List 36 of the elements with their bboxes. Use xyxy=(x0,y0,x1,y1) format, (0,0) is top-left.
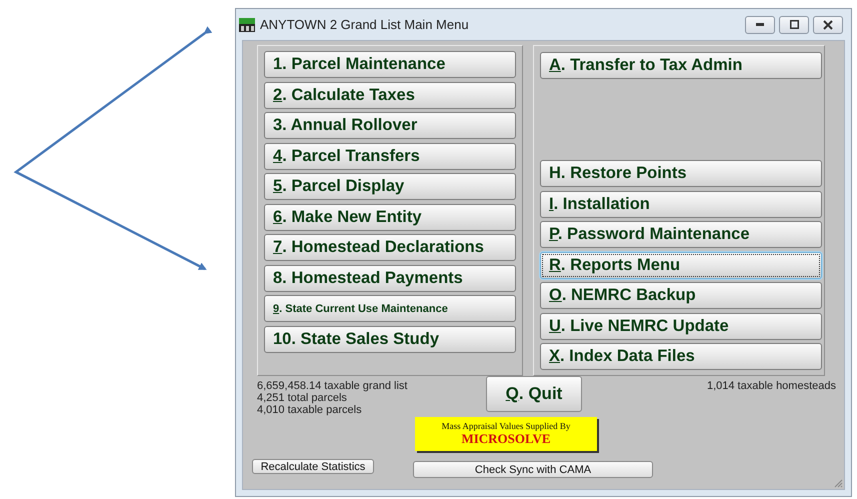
statistic-line: 6,659,458.14 taxable grand list xyxy=(257,380,408,392)
menu-button[interactable]: 9. State Current Use Maintenance xyxy=(264,295,516,322)
recalculate-statistics-button[interactable]: Recalculate Statistics xyxy=(252,459,374,474)
close-button[interactable] xyxy=(813,16,843,34)
menu-button[interactable]: P. Password Maintenance xyxy=(540,221,822,248)
menu-button[interactable]: I. Installation xyxy=(540,190,822,218)
menu-button[interactable]: 7. Homestead Declarations xyxy=(264,234,516,261)
banner-company: MICROSOLVE xyxy=(461,431,551,447)
quit-button[interactable]: Q. Quit xyxy=(486,376,582,412)
menu-button[interactable]: 3. Annual Rollover xyxy=(264,112,516,139)
menu-button[interactable]: O. NEMRC Backup xyxy=(540,282,822,309)
menu-button[interactable]: 4. Parcel Transfers xyxy=(264,142,516,170)
menu-button[interactable]: U. Live NEMRC Update xyxy=(540,312,822,340)
minimize-icon xyxy=(756,23,764,26)
window-title: ANYTOWN 2 Grand List Main Menu xyxy=(260,17,470,32)
homesteads-count: 1,014 taxable homesteads xyxy=(706,380,836,392)
menu-button[interactable]: X. Index Data Files xyxy=(540,343,822,370)
menu-button[interactable]: 2. Calculate Taxes xyxy=(264,82,516,108)
menu-button[interactable]: H. Restore Points xyxy=(540,160,822,187)
close-icon xyxy=(823,20,833,30)
menu-button[interactable]: R. Reports Menu xyxy=(540,252,822,278)
restore-button[interactable] xyxy=(779,16,809,34)
resize-grip-icon xyxy=(833,478,843,488)
menu-button[interactable]: 1. Parcel Maintenance xyxy=(264,51,516,78)
menu-button[interactable]: 5. Parcel Display xyxy=(264,173,516,200)
app-logo-icon xyxy=(239,18,255,32)
statistic-line: 4,010 taxable parcels xyxy=(257,404,363,416)
statistic-line: 4,251 total parcels xyxy=(257,392,348,404)
banner-caption: Mass Appraisal Values Supplied By xyxy=(442,421,570,431)
menu-button[interactable]: 8. Homestead Payments xyxy=(264,264,516,292)
menu-button[interactable]: A. Transfer to Tax Admin xyxy=(540,52,822,79)
minimize-button[interactable] xyxy=(745,16,775,34)
restore-icon xyxy=(790,20,798,29)
check-sync-button[interactable]: Check Sync with CAMA xyxy=(413,461,653,478)
menu-button[interactable]: 6. Make New Entity xyxy=(264,204,516,230)
menu-button[interactable]: 10. State Sales Study xyxy=(264,326,516,352)
